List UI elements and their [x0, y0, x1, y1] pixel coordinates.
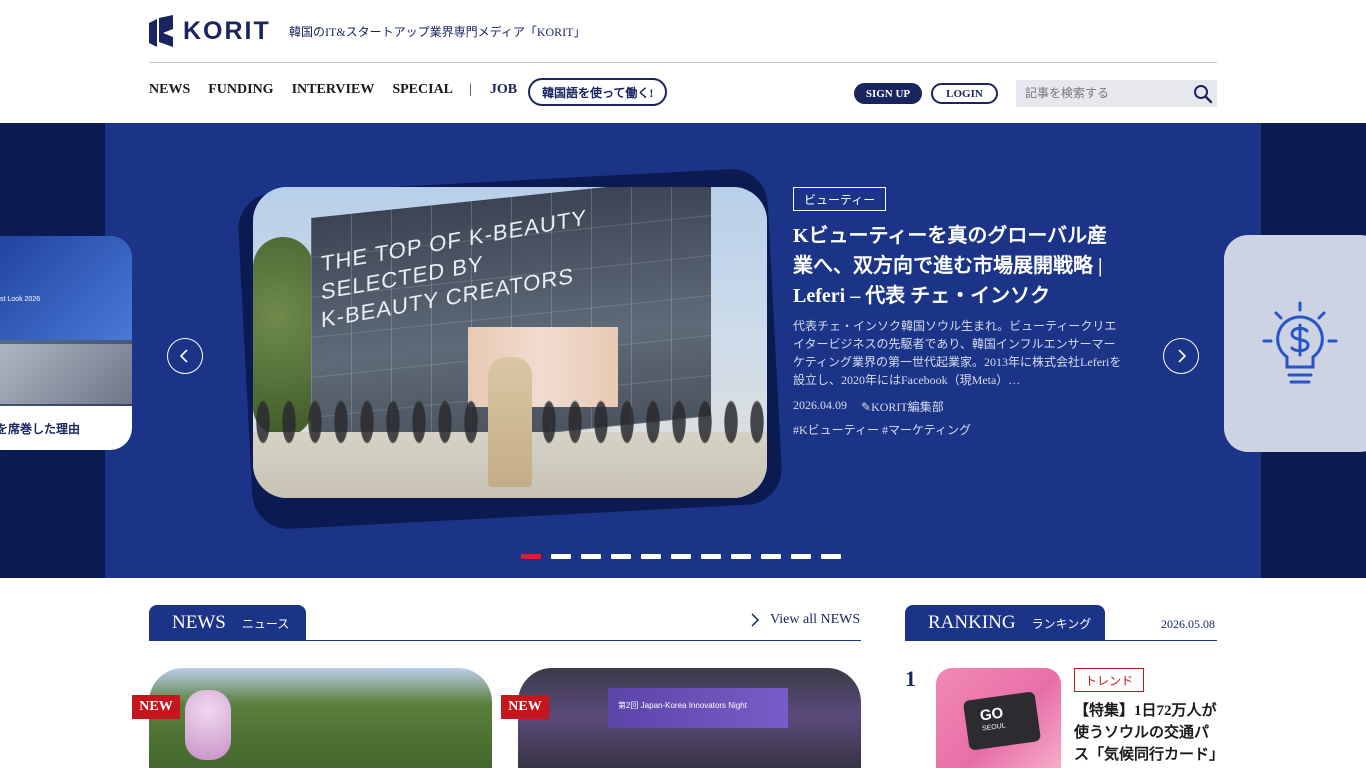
- carousel-dot[interactable]: [641, 554, 661, 559]
- main-nav: NEWS FUNDING INTERVIEW SPECIAL | JOB 韓国語…: [149, 78, 668, 106]
- ranking-item-category[interactable]: トレンド: [1074, 668, 1145, 692]
- hero-article-tags[interactable]: #Kビューティー #マーケティング: [793, 421, 971, 438]
- carousel-dot[interactable]: [791, 554, 811, 559]
- korit-logo[interactable]: KORIT: [149, 15, 271, 47]
- prev-slide-preview[interactable]: st Look 2026 を席巻した理由: [0, 236, 132, 450]
- chevron-right-icon: [1178, 349, 1187, 363]
- hero-article-title[interactable]: Kビューティーを真のグローバル産業へ、双方向で進む市場展開戦略 | Leferi…: [793, 221, 1123, 311]
- carousel-dot[interactable]: [731, 554, 751, 559]
- news-heading-title: NEWS: [172, 612, 226, 633]
- login-button[interactable]: LOGIN: [931, 83, 998, 104]
- chevron-right-icon: [751, 613, 760, 627]
- view-all-news-link[interactable]: View all NEWS: [750, 612, 860, 628]
- new-badge: NEW: [132, 695, 180, 719]
- carousel-dot[interactable]: [551, 554, 571, 559]
- ranking-date: 2026.05.08: [1161, 617, 1215, 631]
- new-badge: NEW: [501, 695, 549, 719]
- carousel-dot[interactable]: [701, 554, 721, 559]
- carousel-dot[interactable]: [611, 554, 631, 559]
- ranking-heading-title: RANKING: [928, 612, 1016, 633]
- view-all-news-label: View all NEWS: [770, 612, 861, 627]
- carousel-pagination: [521, 554, 841, 559]
- ranking-heading-rule: [905, 640, 1217, 641]
- next-slide-preview[interactable]: [1224, 235, 1366, 452]
- hero-article-author-wrap: ✎KORIT編集部: [861, 398, 944, 415]
- carousel-dot[interactable]: [671, 554, 691, 559]
- photo-card-go-text: GO: [978, 704, 1005, 725]
- ranking-item-thumbnail[interactable]: GO SEOUL: [936, 668, 1061, 768]
- nav-funding[interactable]: FUNDING: [208, 82, 273, 98]
- hero-category-badge[interactable]: ビューティー: [793, 187, 887, 211]
- header-divider: [149, 62, 1217, 63]
- ranking-number: 1: [905, 666, 916, 691]
- hero-article-author: KORIT編集部: [871, 400, 944, 414]
- carousel-next-button[interactable]: [1163, 338, 1199, 374]
- photo-event-screen-text: 第2回 Japan-Korea Innovators Night: [618, 701, 747, 710]
- photo-ceo-figure: [488, 357, 532, 487]
- pen-icon: ✎: [861, 400, 872, 414]
- news-section-heading: NEWS ニュース: [149, 605, 306, 641]
- preview-small-text: st Look 2026: [0, 296, 41, 303]
- carousel-dot[interactable]: [521, 554, 541, 559]
- search-input[interactable]: [1016, 80, 1186, 107]
- news-heading-rule: [149, 640, 861, 641]
- ranking-heading-subtitle: ランキング: [1031, 616, 1092, 631]
- signup-button[interactable]: SIGN UP: [854, 83, 922, 104]
- news-heading-subtitle: ニュース: [241, 616, 290, 631]
- news-card-image[interactable]: 第2回 Japan-Korea Innovators Night: [518, 668, 861, 768]
- hero-article-meta: 2026.04.09 ✎KORIT編集部: [793, 398, 944, 415]
- carousel-dot[interactable]: [761, 554, 781, 559]
- preview-caption: を席巻した理由: [0, 406, 132, 450]
- carousel-dot[interactable]: [581, 554, 601, 559]
- nav-separator: |: [469, 82, 472, 97]
- news-card-image[interactable]: [149, 668, 492, 768]
- featured-article-image[interactable]: THE TOP OF K-BEAUTY SELECTED BY K-BEAUTY…: [253, 187, 767, 498]
- search-icon[interactable]: [1193, 84, 1213, 104]
- preview-image-top: [0, 236, 132, 340]
- search-box: [1016, 80, 1217, 107]
- nav-interview[interactable]: INTERVIEW: [292, 82, 375, 98]
- nav-special[interactable]: SPECIAL: [392, 82, 453, 98]
- preview-image-bottom: [0, 344, 132, 404]
- hero-article-date: 2026.04.09: [793, 398, 847, 412]
- chevron-left-icon: [179, 349, 188, 363]
- nav-news[interactable]: NEWS: [149, 82, 190, 98]
- photo-astronaut-sculpture: [185, 690, 231, 760]
- nav-job[interactable]: JOB: [490, 82, 517, 98]
- lightbulb-dollar-icon: [1262, 301, 1338, 384]
- ranking-section-heading: RANKING ランキング: [905, 605, 1105, 641]
- job-speech-bubble[interactable]: 韓国語を使って働く!: [528, 78, 668, 106]
- carousel-prev-button[interactable]: [167, 338, 203, 374]
- site-tagline: 韓国のIT&スタートアップ業界専門メディア「KORIT」: [289, 25, 586, 39]
- ranking-item-title[interactable]: 【特集】1日72万人が使うソウルの交通パス「気候同行カード」徹: [1074, 700, 1219, 768]
- hero-carousel: st Look 2026 を席巻した理由 THE TOP OF K-BEAUTY…: [0, 123, 1366, 578]
- site-header: KORIT 韓国のIT&スタートアップ業界専門メディア「KORIT」 NEWS …: [0, 0, 1366, 123]
- korit-logo-icon: [149, 15, 173, 47]
- logo-text: KORIT: [183, 16, 271, 45]
- carousel-dot[interactable]: [821, 554, 841, 559]
- hero-article-excerpt: 代表チェ・インソク韓国ソウル生まれ。ビューティークリエイタービジネスの先駆者であ…: [793, 319, 1122, 387]
